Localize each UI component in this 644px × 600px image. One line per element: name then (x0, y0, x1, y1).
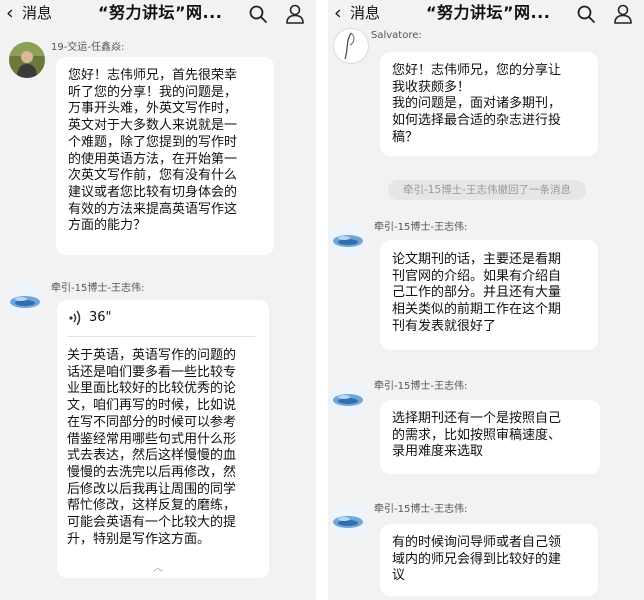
message-line: 方面的能力？ (68, 218, 147, 234)
person-icon[interactable] (612, 3, 634, 25)
message-line: 在写不同部分的时候可以参考 (67, 414, 237, 430)
message-line: 话还是咱们要多看一些比较专 (67, 364, 237, 380)
voice-player[interactable]: 36" (67, 308, 257, 328)
message-bubble[interactable]: 论文期刊的话，主要还是看期 刊官网的介绍。如果有介绍自 己工作的部分。并且还有大… (380, 240, 598, 350)
message-line: 次英文写作前，您有没有什么 (68, 168, 238, 184)
divider (67, 336, 255, 337)
transcript: 关于英语，英语写作的问题的 话还是咱们要多看一些比较专 业里面比较好的比较优秀的… (67, 348, 236, 548)
chevron-left-icon[interactable]: ‹ (6, 2, 14, 24)
message-line: 的使用英语方法，在开始第一 (68, 151, 238, 167)
message-line: 英文对于大多数人来说就是一 (68, 118, 238, 134)
message-line: 的需求，比如按照审稿速度、 (392, 427, 562, 443)
message-line: 相关类似的前期工作在这个期 (392, 302, 562, 318)
message-bubble[interactable]: 有的时候询问导师或者自己领 域内的师兄会得到比较好的建 议 (380, 524, 598, 596)
message-line: 域内的师兄会得到比较好的建 (392, 551, 562, 567)
message-line: 建议或者您比较有切身体会的 (68, 184, 238, 200)
message-line: 论文期刊的话，主要还是看期 (392, 252, 562, 267)
message-line: 有效的方法来提高英语写作这 (68, 201, 238, 217)
voice-wave-icon (69, 310, 81, 326)
avatar[interactable] (330, 502, 366, 538)
message-line: 您好！志伟师兄，首先很荣幸 (68, 68, 238, 83)
message-line: 借鉴经常用哪些句式用什么形 (67, 431, 237, 447)
message-line: 有的时候询问导师或者自己领 (392, 535, 562, 550)
chat-title: “努力讲坛”网... (426, 3, 551, 22)
message-line: 文，咱们再写的时候，比如说 (67, 398, 237, 414)
top-bar: ‹ 消息 “努力讲坛”网... (328, 0, 644, 30)
chat-title: “努力讲坛”网... (98, 3, 223, 22)
message-line: 您好！志伟师兄，您的分享让 (392, 63, 562, 78)
voice-message-bubble[interactable]: 36" 关于英语，英语写作的问题的 话还是咱们要多看一些比较专 业里面比较好的比… (57, 300, 269, 578)
message-line: 业里面比较好的比较优秀的论 (67, 381, 237, 397)
avatar[interactable] (330, 380, 366, 416)
sender-name: 19-交运-任鑫焱: (51, 42, 125, 53)
back-button[interactable]: 消息 (22, 4, 52, 22)
message-line: 刊官网的介绍。如果有介绍自 (392, 268, 562, 284)
sender-name: 牵引-15博士-王志伟: (374, 381, 468, 392)
message-line: 刊有发表就很好了 (392, 318, 497, 334)
message-line: 听了您的分享！我的问题是， (68, 84, 238, 100)
message-line: 录用难度来选取 (392, 444, 484, 460)
message-line: 己工作的部分。并且还有大量 (392, 285, 562, 301)
message-line: 式去表达，然后这样慢慢的血 (67, 448, 237, 464)
recall-notice: 牵引-15博士-王志伟撤回了一条消息 (388, 180, 586, 200)
sender-name: Salvatore: (371, 30, 422, 41)
avatar[interactable] (9, 42, 45, 78)
chat-pane-right: ‹ 消息 “努力讲坛”网... Salvatore: 您好！志伟师兄，您的分享让… (328, 0, 644, 600)
message-line: 可能会英语有一个比较大的提 (67, 515, 237, 531)
top-bar: ‹ 消息 “努力讲坛”网... (0, 0, 316, 30)
message-line: 万事开头难，外英文写作时， (68, 101, 238, 117)
message-line: 我收获颇多！ (392, 79, 471, 95)
avatar[interactable] (333, 28, 369, 64)
voice-duration: 36" (89, 310, 112, 325)
pane-divider (316, 0, 328, 600)
sender-name: 牵引-15博士-王志伟: (374, 504, 468, 515)
message-line: 我的问题是，面对诸多期刊， (392, 96, 562, 112)
back-button[interactable]: 消息 (350, 4, 380, 22)
message-bubble[interactable]: 您好！志伟师兄，您的分享让 我收获颇多！ 我的问题是，面对诸多期刊， 如何选择最… (380, 52, 598, 156)
search-icon[interactable] (248, 4, 268, 24)
chat-pane-left: ‹ 消息 “努力讲坛”网... 19-交运-任鑫焱: 您好！志伟师兄，首先很荣幸… (0, 0, 316, 600)
sender-name: 牵引-15博士-王志伟: (51, 283, 145, 294)
message-line: 如何选择最合适的杂志进行投 (392, 113, 562, 129)
message-line: 议 (392, 568, 406, 584)
message-line: 升，特别是写作这方面。 (67, 531, 211, 547)
avatar[interactable] (7, 282, 43, 318)
message-line: 后修改以后我再让周围的同学 (67, 481, 237, 497)
message-line: 选择期刊还有一个是按照自己 (392, 411, 562, 426)
message-line: 个难题，除了您提到的写作时 (68, 134, 238, 150)
chevron-up-icon[interactable]: ︿ (153, 564, 163, 574)
message-line: 帮忙修改，这样反复的磨练， (67, 498, 237, 514)
message-bubble[interactable]: 选择期刊还有一个是按照自己 的需求，比如按照审稿速度、 录用难度来选取 (380, 400, 600, 474)
chevron-left-icon[interactable]: ‹ (334, 2, 342, 24)
message-line: 慢慢的去洗完以后再修改，然 (67, 464, 237, 480)
message-bubble[interactable]: 您好！志伟师兄，首先很荣幸 听了您的分享！我的问题是， 万事开头难，外英文写作时… (56, 57, 274, 255)
avatar[interactable] (330, 221, 366, 257)
search-icon[interactable] (576, 4, 596, 24)
message-line: 关于英语，英语写作的问题的 (67, 348, 237, 363)
message-line: 稿？ (392, 129, 419, 145)
sender-name: 牵引-15博士-王志伟: (374, 222, 468, 233)
person-icon[interactable] (284, 3, 306, 25)
